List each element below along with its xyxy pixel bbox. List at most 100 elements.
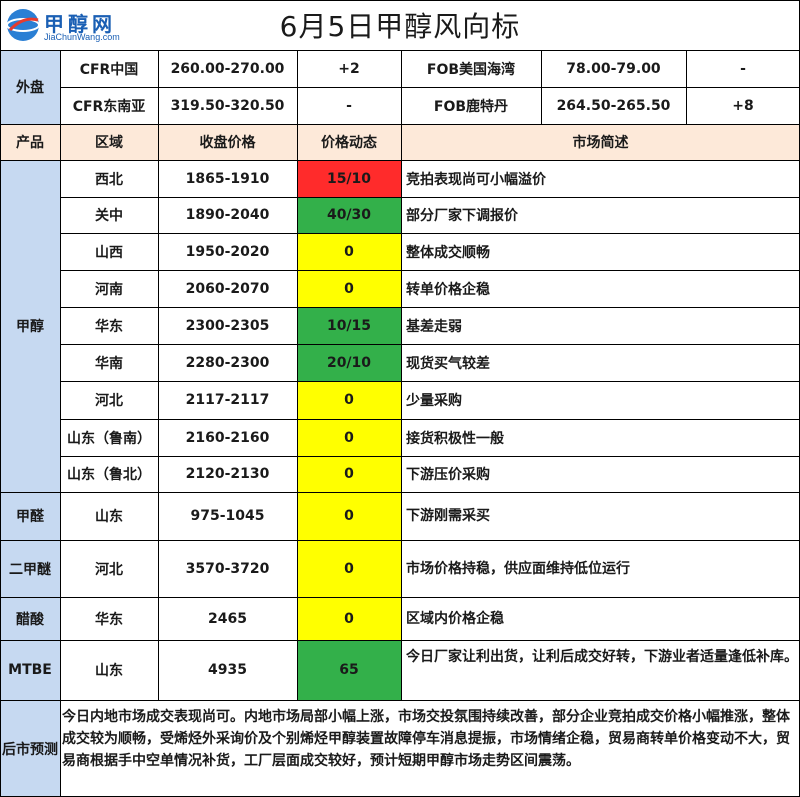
other-product-3: MTBE	[8, 662, 52, 678]
methanol-price-3: 2060-2070	[185, 280, 270, 297]
methanol-region-6: 河北	[95, 393, 123, 409]
grid-line-v	[297, 50, 298, 700]
grid-line-h	[60, 270, 800, 271]
grid-line-h	[0, 597, 800, 598]
methanol-change-5: 20/10	[326, 354, 372, 371]
other-product-1: 二甲醚	[9, 561, 51, 578]
methanol-change-3: 0	[344, 280, 354, 297]
other-region-0: 山东	[95, 509, 123, 525]
methanol-change-7: 0	[344, 429, 354, 446]
methanol-desc-5: 现货买气较差	[406, 355, 490, 372]
grid-line-h	[0, 640, 800, 641]
methanol-change-2: 0	[344, 243, 354, 260]
header-region: 区域	[95, 135, 123, 151]
grid-line-v	[158, 50, 159, 700]
methanol-change-8: 0	[344, 466, 354, 482]
grid-line-h	[60, 307, 800, 308]
methanol-price-6: 2117-2117	[185, 392, 270, 408]
other-product-2: 醋酸	[16, 611, 44, 628]
grid-line-v	[60, 50, 61, 797]
grid-line-h	[60, 87, 800, 88]
forecast-label: 后市预测	[2, 741, 58, 758]
header-product: 产品	[16, 135, 44, 151]
grid-line-h	[0, 0, 800, 1]
forecast-text: 今日内地市场成交表现尚可。内地市场局部小幅上涨，市场交投氛围持续改善，部分企业竞…	[62, 709, 790, 769]
methanol-price-8: 2120-2130	[185, 466, 270, 482]
grid-line-h	[60, 456, 800, 457]
other-desc-2: 区域内价格企稳	[406, 610, 504, 627]
header-price: 收盘价格	[199, 135, 256, 151]
other-region-2: 华东	[95, 611, 123, 628]
methanol-price-1: 1890-2040	[185, 207, 270, 223]
other-price-0: 975-1045	[190, 508, 265, 524]
grid-line-h	[60, 381, 800, 382]
methanol-desc-8: 下游压价采购	[406, 467, 490, 483]
grid-line-h	[60, 344, 800, 345]
other-price-1: 3570-3720	[185, 560, 270, 577]
methanol-region-0: 西北	[95, 171, 123, 188]
methanol-desc-4: 基差走弱	[406, 318, 462, 335]
methanol-desc-3: 转单价格企稳	[406, 281, 490, 298]
foreign-a-name-1: CFR东南亚	[72, 98, 146, 115]
foreign-a-change-1: -	[346, 97, 352, 114]
methanol-region-1: 关中	[95, 208, 123, 224]
other-change-3: 65	[339, 662, 359, 678]
foreign-a-price-1: 319.50-320.50	[170, 97, 285, 114]
foreign-a-price-0: 260.00-270.00	[170, 60, 285, 77]
other-region-1: 河北	[95, 561, 123, 578]
other-price-2: 2465	[208, 610, 247, 627]
other-product-0: 甲醛	[16, 509, 44, 525]
methanol-desc-7: 接货积极性一般	[406, 430, 504, 447]
foreign-b-name-1: FOB鹿特丹	[433, 98, 509, 115]
grid-line-h	[60, 233, 800, 234]
methanol-price-4: 2300-2305	[185, 317, 270, 334]
methanol-label: 甲醇	[16, 319, 44, 335]
methanol-change-4: 10/15	[326, 317, 372, 334]
grid-line-h	[0, 700, 800, 701]
other-change-1: 0	[344, 560, 354, 577]
foreign-a-change-0: +2	[338, 60, 360, 77]
methanol-desc-2: 整体成交顺畅	[406, 244, 490, 261]
other-change-0: 0	[344, 508, 354, 524]
foreign-b-price-1: 264.50-265.50	[556, 97, 671, 114]
methanol-region-3: 河南	[95, 281, 123, 298]
methanol-price-2: 1950-2020	[185, 243, 270, 260]
other-price-3: 4935	[208, 662, 247, 678]
methanol-region-7: 山东（鲁南）	[67, 430, 151, 447]
methanol-price-7: 2160-2160	[185, 429, 270, 446]
header-desc: 市场简述	[572, 135, 629, 151]
methanol-price-5: 2280-2300	[185, 354, 270, 371]
methanol-desc-1: 部分厂家下调报价	[406, 208, 518, 224]
methanol-region-2: 山西	[95, 244, 123, 261]
foreign-label: 外盘	[16, 80, 44, 96]
other-region-3: 山东	[95, 663, 123, 679]
other-desc-1: 市场价格持稳，供应面维持低位运行	[406, 560, 630, 577]
foreign-b-name-0: FOB美国海湾	[426, 61, 516, 78]
header-change: 价格动态	[321, 135, 377, 151]
methanol-price-0: 1865-1910	[185, 170, 270, 187]
grid-line-v	[401, 50, 402, 700]
grid-line-h	[0, 50, 800, 51]
grid-line-h	[60, 197, 800, 198]
methanol-region-5: 华南	[95, 355, 123, 372]
methanol-region-4: 华东	[95, 318, 123, 335]
foreign-b-change-0: -	[740, 60, 746, 77]
grid-line-h	[0, 124, 800, 125]
methanol-change-0: 15/10	[326, 170, 372, 187]
methanol-region-8: 山东（鲁北）	[67, 467, 151, 483]
other-change-2: 0	[344, 610, 354, 627]
methanol-change-6: 0	[344, 392, 354, 408]
other-desc-0: 下游刚需采买	[406, 508, 490, 524]
grid-line-v	[0, 0, 1, 797]
wind-vane-table: 甲醇网 JiaChunWang.com 6月5日甲醇风向标 外盘 CFR中国 2…	[0, 0, 800, 797]
grid-line-h	[0, 540, 800, 541]
foreign-a-name-0: CFR中国	[79, 61, 139, 78]
methanol-desc-6: 少量采购	[406, 393, 462, 409]
page-title: 6月5日甲醇风向标	[279, 10, 521, 43]
grid-line-v	[541, 50, 542, 124]
grid-line-h	[0, 492, 800, 493]
grid-line-v	[686, 50, 687, 124]
grid-line-h	[60, 419, 800, 420]
other-desc-3: 今日厂家让利出货，让利后成交好转，下游业者适量逢低补库。	[406, 649, 798, 665]
grid-line-h	[0, 160, 800, 161]
